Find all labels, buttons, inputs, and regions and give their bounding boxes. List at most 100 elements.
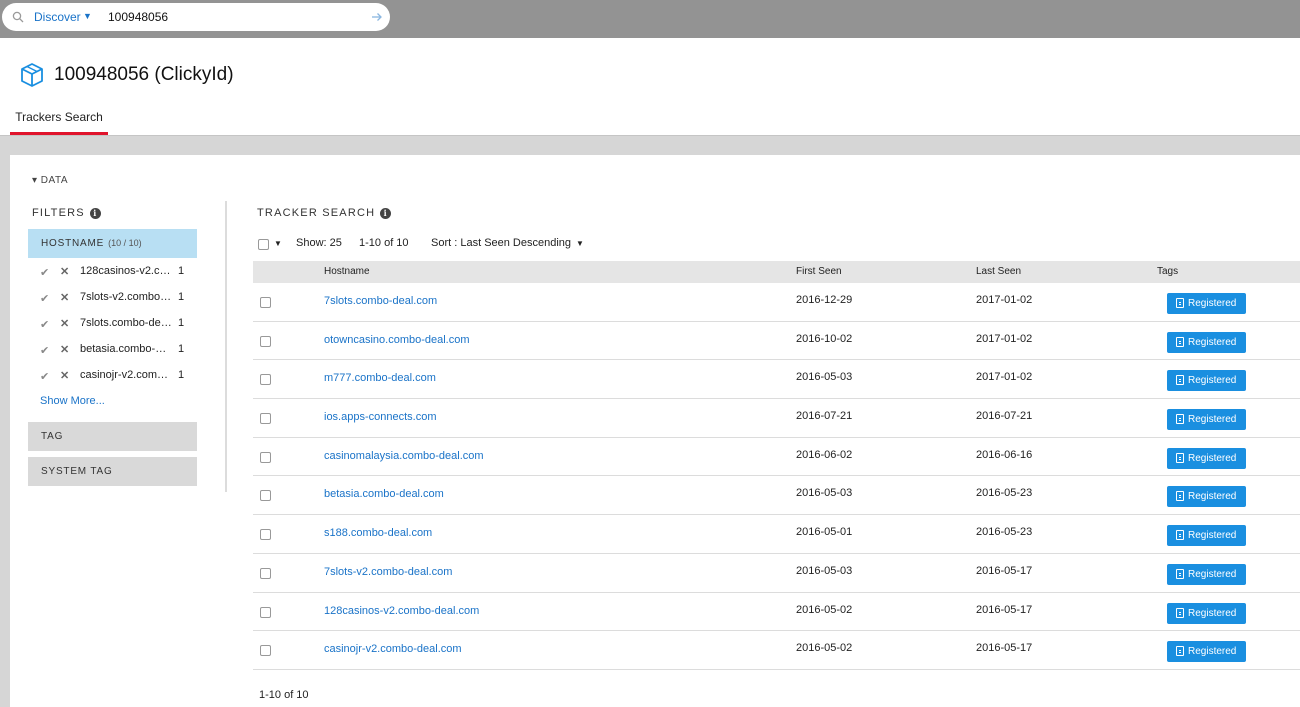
tab-trackers-search[interactable]: Trackers Search (10, 110, 108, 135)
tag-label: Registered (1188, 298, 1237, 309)
registered-tag-button[interactable]: Registered (1167, 409, 1246, 431)
info-icon[interactable]: i (89, 208, 101, 219)
hostname-link[interactable]: ios.apps-connects.com (324, 411, 437, 423)
column-header-first-seen[interactable]: First Seen (796, 266, 842, 277)
chevron-down-icon[interactable]: ▼ (274, 239, 282, 248)
row-checkbox[interactable] (260, 335, 271, 347)
check-icon[interactable]: ✔ (40, 266, 49, 279)
facet-system-tag[interactable]: SYSTEM TAG (28, 457, 197, 486)
tag-label: Registered (1188, 491, 1237, 503)
first-seen-value: 2016-05-03 (796, 371, 853, 384)
page-size-select[interactable]: Show: 25 (296, 237, 342, 249)
x-icon[interactable]: ✕ (60, 265, 69, 278)
select-all-checkbox[interactable] (258, 239, 269, 250)
filter-item: ✔ ✕ betasia.combo-deal.com 1 (28, 338, 197, 364)
registered-tag-button[interactable]: Registered (1167, 331, 1246, 353)
column-header-hostname[interactable]: Hostname (324, 266, 370, 277)
document-icon (1176, 336, 1184, 347)
filter-item-name[interactable]: casinojr-v2.combo-deal.com (80, 369, 172, 381)
page-title: 100948056 (ClickyId) (54, 64, 234, 85)
last-seen-value: 2016-06-16 (976, 448, 1033, 461)
last-seen-value: 2016-05-23 (976, 487, 1033, 500)
search-input[interactable]: 100948056 (108, 10, 168, 24)
hostname-link[interactable]: otowncasino.combo-deal.com (324, 334, 470, 346)
hostname-link[interactable]: 7slots.combo-deal.com (324, 295, 437, 307)
column-header-last-seen[interactable]: Last Seen (976, 266, 1021, 277)
registered-tag-button[interactable]: Registered (1167, 486, 1246, 508)
row-checkbox[interactable] (260, 297, 271, 308)
filter-item: ✔ ✕ 128casinos-v2.combo-deal.com 1 (28, 260, 197, 286)
first-seen-value: 2016-06-02 (796, 448, 853, 461)
results-range: 1-10 of 10 (359, 237, 409, 249)
first-seen-value: 2016-10-02 (796, 332, 853, 345)
last-seen-value: 2017-01-02 (976, 294, 1033, 306)
data-section-toggle[interactable]: ▾ DATA (32, 175, 68, 186)
row-checkbox[interactable] (260, 451, 271, 463)
hostname-filter-list: ✔ ✕ 128casinos-v2.combo-deal.com 1 ✔ ✕ 7… (28, 260, 197, 390)
last-seen-value: 2016-07-21 (976, 410, 1033, 423)
table-row: otowncasino.combo-deal.com 2016-10-02 2017… (253, 322, 1300, 361)
info-icon[interactable]: i (380, 208, 392, 219)
hostname-link[interactable]: m777.combo-deal.com (324, 372, 436, 384)
first-seen-value: 2016-05-03 (796, 564, 853, 577)
table-header: Hostname First Seen Last Seen Tags (253, 261, 1300, 283)
facet-hostname-count: (10 / 10) (108, 238, 142, 248)
filter-item-count: 1 (178, 265, 185, 277)
document-icon (1176, 607, 1184, 618)
filter-item-name[interactable]: betasia.combo-deal.com (80, 343, 172, 355)
hostname-link[interactable]: 7slots-v2.combo-deal.com (324, 566, 452, 578)
row-checkbox[interactable] (260, 645, 271, 657)
filters-title: FILTERS (32, 207, 85, 219)
registered-tag-button[interactable]: Registered (1167, 370, 1246, 392)
document-icon (1176, 414, 1184, 425)
hostname-link[interactable]: casinojr-v2.combo-deal.com (324, 643, 462, 655)
registered-tag-button[interactable]: Registered (1167, 602, 1246, 624)
check-icon[interactable]: ✔ (40, 292, 49, 305)
first-seen-value: 2016-05-01 (796, 526, 853, 539)
row-checkbox[interactable] (260, 529, 271, 541)
x-icon[interactable]: ✕ (60, 343, 69, 356)
filter-item-name[interactable]: 7slots.combo-deal.com (80, 317, 172, 329)
filter-item-name[interactable]: 128casinos-v2.combo-deal.com (80, 265, 172, 277)
last-seen-value: 2017-01-02 (976, 332, 1033, 345)
facet-tag[interactable]: TAG (28, 422, 197, 451)
section-divider (0, 135, 1300, 155)
registered-tag-button[interactable]: Registered (1167, 447, 1246, 469)
chevron-down-icon[interactable]: ▼ (83, 11, 92, 21)
first-seen-value: 2016-07-21 (796, 410, 853, 423)
registered-tag-button[interactable]: Registered (1167, 563, 1246, 585)
hostname-link[interactable]: 128casinos-v2.combo-deal.com (324, 605, 479, 617)
last-seen-value: 2017-01-02 (976, 371, 1033, 384)
registered-tag-button[interactable]: Registered (1167, 293, 1246, 314)
top-bar: Discover ▼ 100948056 (0, 0, 1300, 38)
search-scope-dropdown[interactable]: Discover (34, 10, 81, 24)
show-more-link[interactable]: Show More... (40, 395, 105, 407)
row-checkbox[interactable] (260, 490, 271, 502)
search-icon (12, 11, 24, 23)
x-icon[interactable]: ✕ (60, 291, 69, 304)
global-search-box[interactable]: Discover ▼ 100948056 (2, 3, 390, 31)
filter-item-name[interactable]: 7slots-v2.combo-deal.com (80, 291, 172, 303)
row-checkbox[interactable] (260, 413, 271, 425)
x-icon[interactable]: ✕ (60, 317, 69, 330)
arrow-right-icon[interactable] (371, 11, 383, 23)
row-checkbox[interactable] (260, 374, 271, 386)
tag-label: Registered (1188, 452, 1237, 464)
chevron-down-icon: ▼ (576, 239, 584, 248)
registered-tag-button[interactable]: Registered (1167, 641, 1246, 663)
registered-tag-button[interactable]: Registered (1167, 525, 1246, 547)
hostname-link[interactable]: s188.combo-deal.com (324, 527, 432, 539)
hostname-link[interactable]: casinomalaysia.combo-deal.com (324, 450, 484, 462)
check-icon[interactable]: ✔ (40, 344, 49, 357)
row-checkbox[interactable] (260, 567, 271, 579)
x-icon[interactable]: ✕ (60, 369, 69, 382)
sort-dropdown[interactable]: Sort : Last Seen Descending ▼ (431, 237, 584, 249)
row-checkbox[interactable] (260, 606, 271, 618)
check-icon[interactable]: ✔ (40, 370, 49, 383)
last-seen-value: 2016-05-17 (976, 564, 1033, 577)
check-icon[interactable]: ✔ (40, 318, 49, 331)
facet-hostname-label: HOSTNAME (41, 238, 105, 249)
document-icon (1176, 568, 1184, 579)
facet-hostname[interactable]: HOSTNAME (10 / 10) (28, 229, 197, 258)
hostname-link[interactable]: betasia.combo-deal.com (324, 488, 444, 500)
